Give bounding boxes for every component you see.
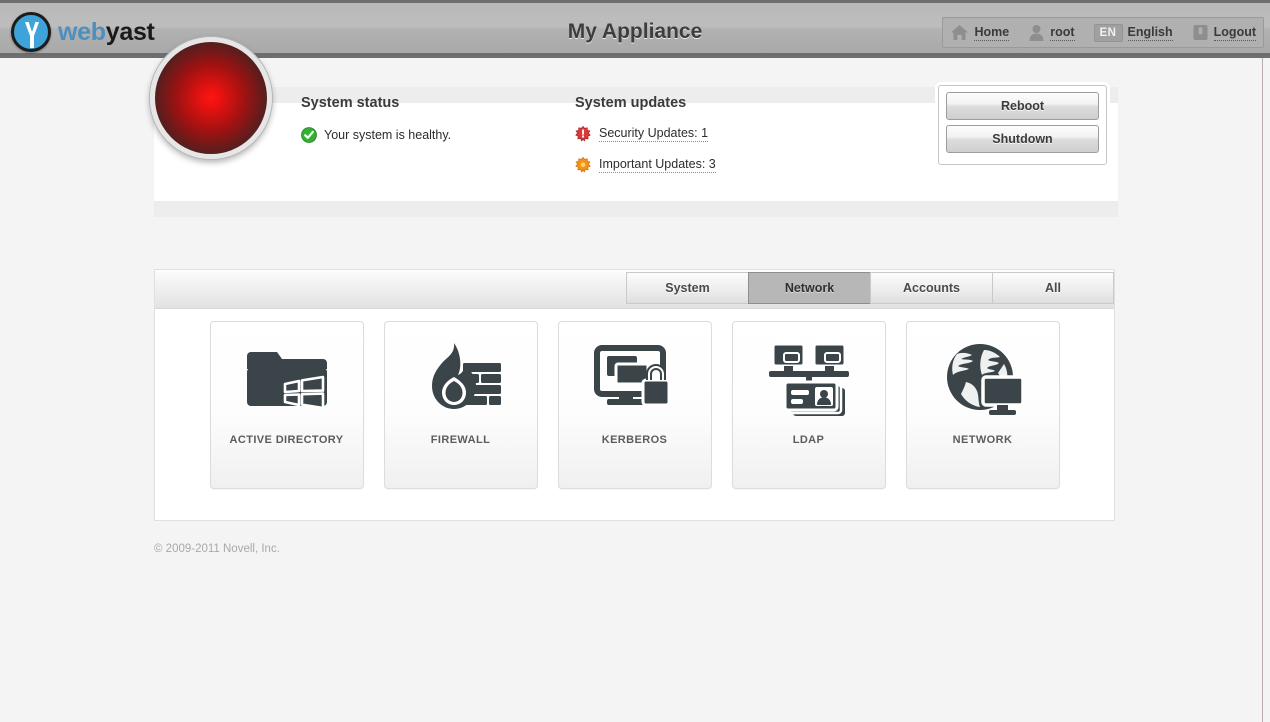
page-scrollbar[interactable]	[1262, 58, 1270, 722]
user-icon	[1028, 24, 1045, 41]
nav-home-label: Home	[974, 25, 1009, 41]
security-update-icon	[575, 126, 591, 142]
page-body: System status Your system is healthy. Sy…	[0, 63, 1262, 722]
nav-language-label: English	[1128, 25, 1173, 41]
system-updates-section: System updates Security Updates: 1	[575, 95, 716, 173]
module-panel: System Network Accounts All	[154, 269, 1115, 521]
status-indicator-orb	[150, 37, 272, 159]
top-navigation: Home root EN English Logout	[942, 17, 1264, 48]
nav-user[interactable]: root	[1028, 24, 1074, 41]
security-updates-label: Security Updates: 1	[599, 126, 708, 142]
important-update-icon	[575, 157, 591, 173]
module-ldap-label: LDAP	[793, 434, 825, 446]
tab-accounts[interactable]: Accounts	[870, 272, 992, 304]
reboot-button[interactable]: Reboot	[946, 92, 1099, 120]
home-icon	[950, 24, 969, 41]
status-panel: System status Your system is healthy. Sy…	[154, 87, 1118, 217]
module-kerberos-label: KERBEROS	[602, 434, 668, 446]
tab-all[interactable]: All	[992, 272, 1114, 304]
language-badge-icon: EN	[1094, 24, 1123, 42]
module-firewall[interactable]: FIREWALL	[384, 321, 538, 489]
system-status-section: System status Your system is healthy.	[301, 95, 451, 143]
system-status-row: Your system is healthy.	[301, 127, 451, 143]
tab-network[interactable]: Network	[748, 272, 870, 304]
module-active-directory[interactable]: ACTIVE DIRECTORY	[210, 321, 364, 489]
module-firewall-label: FIREWALL	[431, 434, 490, 446]
tab-bar: System Network Accounts All	[155, 270, 1114, 309]
module-active-directory-label: ACTIVE DIRECTORY	[230, 434, 344, 446]
nav-user-label: root	[1050, 25, 1074, 41]
tab-group: System Network Accounts All	[626, 272, 1114, 304]
security-updates-link[interactable]: Security Updates: 1	[575, 126, 716, 142]
important-updates-link[interactable]: Important Updates: 3	[575, 157, 716, 173]
shutdown-button[interactable]: Shutdown	[946, 125, 1099, 153]
tab-system[interactable]: System	[626, 272, 748, 304]
system-status-title: System status	[301, 95, 451, 111]
footer-copyright: © 2009-2011 Novell, Inc.	[154, 543, 280, 555]
system-status-message: Your system is healthy.	[324, 128, 451, 142]
power-controls: Reboot Shutdown	[938, 85, 1107, 165]
nav-logout-label: Logout	[1214, 25, 1256, 41]
nav-logout[interactable]: Logout	[1192, 24, 1256, 41]
monitor-lock-icon	[591, 322, 679, 434]
important-updates-label: Important Updates: 3	[599, 157, 716, 173]
flame-wall-icon	[417, 322, 505, 434]
module-ldap[interactable]: LDAP	[732, 321, 886, 489]
folder-windows-icon	[243, 322, 331, 434]
globe-monitor-icon	[940, 322, 1026, 434]
nav-home[interactable]: Home	[950, 24, 1009, 41]
directory-network-icon	[765, 322, 853, 434]
module-network-label: NETWORK	[953, 434, 1013, 446]
module-kerberos[interactable]: KERBEROS	[558, 321, 712, 489]
logout-icon	[1192, 24, 1209, 41]
system-updates-title: System updates	[575, 95, 716, 111]
nav-language[interactable]: EN English	[1094, 24, 1173, 42]
module-grid: ACTIVE DIRECTORY	[155, 309, 1114, 521]
module-network[interactable]: NETWORK	[906, 321, 1060, 489]
check-circle-icon	[301, 127, 317, 143]
